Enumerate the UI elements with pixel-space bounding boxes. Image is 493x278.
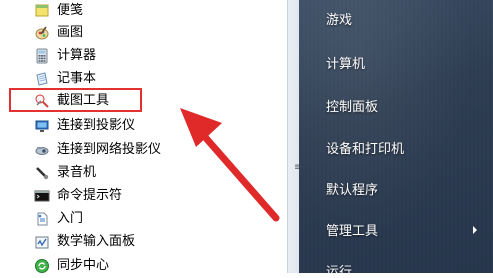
sound-recorder-icon [34, 165, 50, 181]
program-label: 画图 [57, 25, 84, 40]
notepad-icon [34, 71, 50, 87]
menu-item-label: 游戏 [326, 13, 353, 28]
menu-item-devices-and-printers[interactable]: 设备和打印机 [299, 135, 493, 165]
getting-started-icon [34, 211, 50, 227]
programs-list: 便笺 画图 计算器 记事本 截图工具 连接到投影仪 连接到网络投影仪 录音机 命… [0, 0, 287, 273]
command-prompt-icon [34, 188, 50, 204]
paint-icon [34, 25, 50, 41]
submenu-arrow-icon [473, 226, 477, 234]
menu-item-run[interactable]: 运行... [299, 258, 493, 273]
program-label: 便笺 [57, 3, 84, 18]
program-item-sound-recorder[interactable]: 录音机 [0, 162, 287, 184]
program-item-getting-started[interactable]: 入门 [0, 208, 287, 230]
program-label: 连接到投影仪 [57, 118, 136, 133]
menu-item-label: 运行... [326, 265, 365, 273]
program-label: 入门 [57, 211, 84, 226]
program-label: 计算器 [57, 48, 97, 63]
snipping-tool-highlight-box [9, 88, 142, 112]
program-label: 记事本 [57, 71, 97, 86]
menu-item-label: 设备和打印机 [326, 142, 405, 157]
calculator-icon [34, 48, 50, 64]
program-item-command-prompt[interactable]: 命令提示符 [0, 185, 287, 207]
menu-item-label: 控制面板 [326, 100, 379, 115]
menu-item-label: 计算机 [326, 57, 366, 72]
program-item-sync-center[interactable]: 同步中心 [0, 255, 287, 277]
menu-item-administrative-tools[interactable]: 管理工具 [299, 217, 493, 247]
network-projector-icon [34, 142, 50, 158]
menu-item-label: 管理工具 [326, 224, 379, 239]
program-label: 录音机 [57, 165, 97, 180]
program-item-notepad[interactable]: 记事本 [0, 68, 287, 90]
sticky-notes-icon [34, 3, 50, 19]
program-item-math-input-panel[interactable]: 数学输入面板 [0, 231, 287, 253]
menu-item-computer[interactable]: 计算机 [299, 50, 493, 80]
program-label: 连接到网络投影仪 [57, 142, 162, 157]
program-label: 命令提示符 [57, 188, 123, 203]
program-item-sticky-notes[interactable]: 便笺 [0, 0, 287, 22]
start-menu-right-panel: 游戏 计算机 控制面板 设备和打印机 默认程序 管理工具 运行... [299, 0, 493, 273]
program-item-connect-network-projector[interactable]: 连接到网络投影仪 [0, 139, 287, 161]
projector-icon [34, 118, 50, 134]
menu-item-default-programs[interactable]: 默认程序 [299, 176, 493, 206]
math-input-icon [34, 234, 50, 250]
menu-item-games[interactable]: 游戏 [299, 6, 493, 36]
program-item-connect-projector[interactable]: 连接到投影仪 [0, 115, 287, 137]
program-label: 同步中心 [57, 258, 110, 273]
menu-item-control-panel[interactable]: 控制面板 [299, 93, 493, 123]
program-item-paint[interactable]: 画图 [0, 22, 287, 44]
program-item-calculator[interactable]: 计算器 [0, 45, 287, 67]
program-label: 数学输入面板 [57, 234, 136, 249]
sync-center-icon [34, 258, 50, 274]
menu-item-label: 默认程序 [326, 183, 379, 198]
